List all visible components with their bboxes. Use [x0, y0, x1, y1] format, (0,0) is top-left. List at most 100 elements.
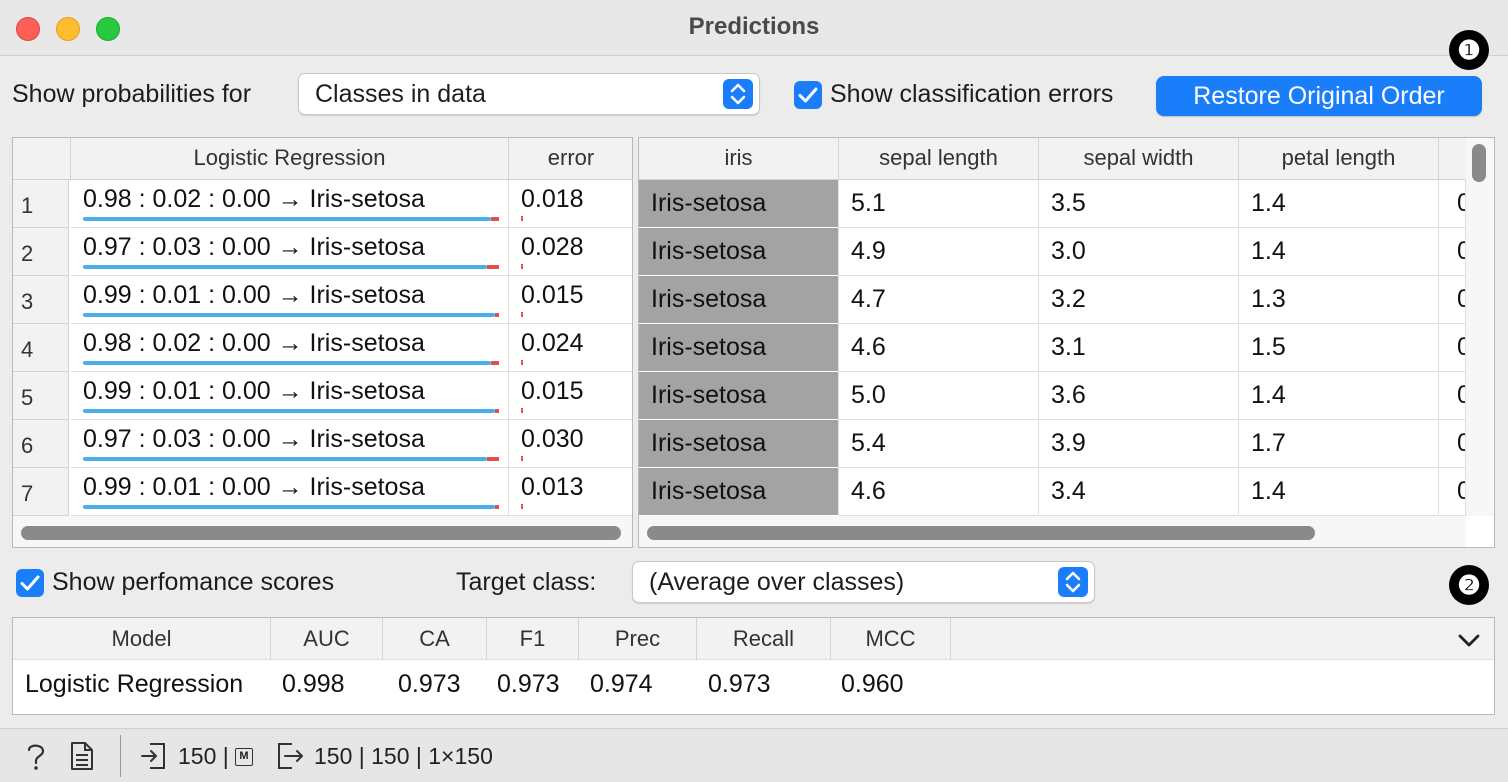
probabilities-dropdown[interactable]: Classes in data [298, 73, 760, 115]
petal-length-cell[interactable]: 1.5 [1239, 324, 1439, 372]
probabilities-dropdown-value: Classes in data [315, 80, 486, 108]
scores-header-ca[interactable]: CA [383, 618, 487, 660]
column-header-iris[interactable]: iris [639, 138, 839, 180]
petal-length-cell[interactable]: 1.4 [1239, 180, 1439, 228]
vertical-scrollbar-track[interactable] [1466, 138, 1494, 516]
sepal-width-cell[interactable]: 3.1 [1039, 324, 1239, 372]
horizontal-scrollbar-thumb[interactable] [21, 526, 621, 540]
show-errors-label[interactable]: Show classification errors [830, 80, 1113, 109]
prediction-cell[interactable]: 0.98 : 0.02 : 0.00 → Iris-setosa [71, 324, 509, 372]
probability-bar-remainder [495, 409, 499, 413]
scores-header-mcc[interactable]: MCC [831, 618, 951, 660]
row-number[interactable]: 6 [13, 420, 69, 468]
petal-width-cell[interactable]: 0 [1439, 420, 1466, 468]
column-header-petal-length[interactable]: petal length [1239, 138, 1439, 180]
scores-header-f1[interactable]: F1 [487, 618, 579, 660]
scores-header-prec[interactable]: Prec [579, 618, 697, 660]
probability-bar-remainder [487, 265, 499, 269]
error-bar [521, 456, 523, 461]
iris-cell[interactable]: Iris-setosa [639, 180, 839, 228]
show-scores-checkbox[interactable] [16, 569, 44, 597]
prediction-cell[interactable]: 0.98 : 0.02 : 0.00 → Iris-setosa [71, 180, 509, 228]
error-cell[interactable]: 0.024 [509, 324, 632, 372]
show-errors-checkbox[interactable] [794, 81, 822, 109]
iris-cell[interactable]: Iris-setosa [639, 468, 839, 516]
sepal-width-cell[interactable]: 3.6 [1039, 372, 1239, 420]
petal-length-cell[interactable]: 1.4 [1239, 372, 1439, 420]
prediction-cell[interactable]: 0.97 : 0.03 : 0.00 → Iris-setosa [71, 420, 509, 468]
report-icon[interactable] [70, 741, 94, 776]
sepal-width-cell[interactable]: 3.2 [1039, 276, 1239, 324]
prediction-cell[interactable]: 0.99 : 0.01 : 0.00 → Iris-setosa [71, 276, 509, 324]
iris-cell[interactable]: Iris-setosa [639, 324, 839, 372]
window-title: Predictions [688, 13, 820, 40]
row-number[interactable]: 4 [13, 324, 69, 372]
sepal-width-cell[interactable]: 3.5 [1039, 180, 1239, 228]
sepal-length-cell-text: 4.6 [851, 333, 886, 361]
column-header-sepal-width[interactable]: sepal width [1039, 138, 1239, 180]
show-scores-label[interactable]: Show perfomance scores [52, 568, 334, 597]
petal-width-cell[interactable]: 0 [1439, 468, 1466, 516]
target-class-dropdown[interactable]: (Average over classes) [632, 561, 1095, 603]
error-value: 0.024 [521, 329, 584, 357]
restore-original-order-button[interactable]: Restore Original Order [1156, 76, 1482, 116]
horizontal-scrollbar-thumb-data[interactable] [647, 526, 1315, 540]
petal-length-cell[interactable]: 1.4 [1239, 228, 1439, 276]
petal-width-cell[interactable]: 0 [1439, 228, 1466, 276]
sepal-length-cell-text: 4.7 [851, 285, 886, 313]
sepal-length-cell[interactable]: 4.6 [839, 468, 1039, 516]
scores-header-recall[interactable]: Recall [697, 618, 831, 660]
iris-cell[interactable]: Iris-setosa [639, 420, 839, 468]
scores-header-model[interactable]: Model [13, 618, 271, 660]
sepal-length-cell[interactable]: 5.0 [839, 372, 1039, 420]
petal-length-cell[interactable]: 1.4 [1239, 468, 1439, 516]
error-cell[interactable]: 0.015 [509, 276, 632, 324]
row-number[interactable]: 3 [13, 276, 69, 324]
sepal-width-cell[interactable]: 3.4 [1039, 468, 1239, 516]
help-icon[interactable] [24, 741, 48, 776]
petal-width-cell[interactable]: 0 [1439, 276, 1466, 324]
iris-cell[interactable]: Iris-setosa [639, 372, 839, 420]
scores-header-auc[interactable]: AUC [271, 618, 383, 660]
petal-width-cell[interactable]: 0 [1439, 372, 1466, 420]
petal-length-cell[interactable]: 1.7 [1239, 420, 1439, 468]
error-cell[interactable]: 0.018 [509, 180, 632, 228]
petal-width-cell[interactable]: 0 [1439, 324, 1466, 372]
error-bar [521, 408, 523, 413]
prediction-cell[interactable]: 0.99 : 0.01 : 0.00 → Iris-setosa [71, 372, 509, 420]
row-number[interactable]: 1 [13, 180, 69, 228]
row-number[interactable]: 5 [13, 372, 69, 420]
sepal-width-cell-text: 3.6 [1051, 381, 1086, 409]
error-bar [521, 264, 523, 269]
iris-cell[interactable]: Iris-setosa [639, 228, 839, 276]
prediction-cell[interactable]: 0.97 : 0.03 : 0.00 → Iris-setosa [71, 228, 509, 276]
sepal-length-cell[interactable]: 4.6 [839, 324, 1039, 372]
probability-bar [83, 361, 491, 365]
petal-width-cell[interactable]: 0 [1439, 180, 1466, 228]
column-header-error[interactable]: error [509, 138, 632, 180]
error-cell[interactable]: 0.028 [509, 228, 632, 276]
row-number[interactable]: 2 [13, 228, 69, 276]
prediction-cell[interactable]: 0.99 : 0.01 : 0.00 → Iris-setosa [71, 468, 509, 516]
error-cell[interactable]: 0.015 [509, 372, 632, 420]
sepal-width-cell[interactable]: 3.0 [1039, 228, 1239, 276]
sepal-length-cell[interactable]: 4.9 [839, 228, 1039, 276]
petal-length-cell[interactable]: 1.3 [1239, 276, 1439, 324]
column-header-petal-width-partial[interactable] [1439, 138, 1469, 180]
petal-length-cell-text: 1.4 [1251, 381, 1286, 409]
score-model-name: Logistic Regression [25, 670, 244, 698]
iris-cell[interactable]: Iris-setosa [639, 276, 839, 324]
sepal-width-cell[interactable]: 3.9 [1039, 420, 1239, 468]
row-number[interactable]: 7 [13, 468, 69, 516]
sepal-length-cell[interactable]: 5.4 [839, 420, 1039, 468]
input-summary: 150 | [178, 743, 229, 769]
checkmark-icon [798, 87, 818, 103]
error-cell[interactable]: 0.013 [509, 468, 632, 516]
column-header-sepal-length[interactable]: sepal length [839, 138, 1039, 180]
column-header-logistic-regression[interactable]: Logistic Regression [71, 138, 509, 180]
error-cell[interactable]: 0.030 [509, 420, 632, 468]
sepal-length-cell[interactable]: 4.7 [839, 276, 1039, 324]
sepal-length-cell[interactable]: 5.1 [839, 180, 1039, 228]
chevron-down-icon[interactable] [1457, 630, 1481, 655]
vertical-scrollbar-thumb[interactable] [1472, 144, 1486, 182]
